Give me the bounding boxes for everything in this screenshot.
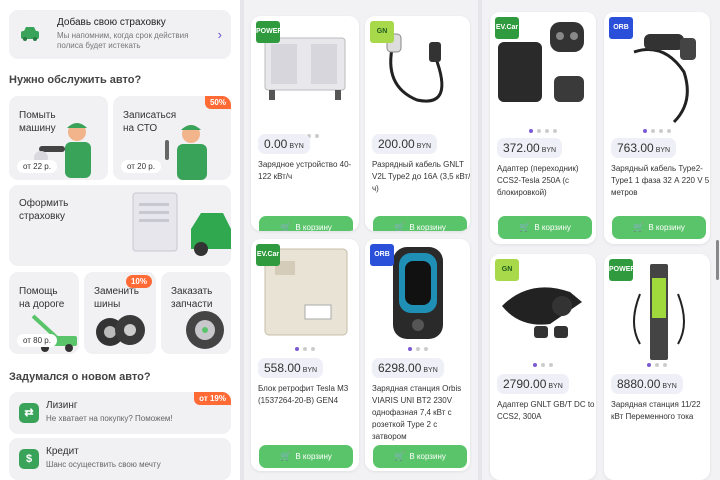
image-carousel-dots[interactable] <box>365 347 470 351</box>
image-carousel-dots[interactable] <box>604 363 710 367</box>
car-wash-price: от 22 р. <box>17 160 57 173</box>
brand-logo: GN <box>370 21 394 43</box>
add-to-cart-button[interactable]: 🛒 В корзину <box>498 216 592 239</box>
product-price: 372.00 BYN <box>497 138 563 158</box>
product-price: 2790.00 BYN <box>497 374 569 394</box>
add-to-cart-button[interactable]: 🛒 В корзину <box>259 445 353 468</box>
panel-divider <box>240 0 244 480</box>
image-carousel-dots[interactable] <box>604 129 710 133</box>
service-station-card[interactable]: Записаться на СТО от 20 р. 50% <box>113 96 231 180</box>
product-price: 558.00 BYN <box>258 358 324 378</box>
cart-icon: 🛒 <box>394 222 406 231</box>
product-name: Разрядный кабель GNLT V2L Type2 до 16А (… <box>372 160 470 193</box>
cart-icon: 🛒 <box>394 451 406 461</box>
lease-card[interactable]: ⇄ Лизинг Не хватает на покупку? Поможем!… <box>9 392 231 434</box>
roadside-help-card[interactable]: Помощь на дороге от 80 р. <box>9 272 79 354</box>
add-to-cart-button[interactable]: 🛒 В корзину <box>612 216 706 239</box>
image-carousel-dots[interactable] <box>490 363 596 367</box>
tire-change-card[interactable]: Заменить шины 10% <box>84 272 156 354</box>
product-card[interactable]: EV.Car 372.00 BYN Адаптер (переходник) CC… <box>490 12 596 244</box>
mechanic-illustration <box>165 125 207 180</box>
brand-logo: EV.Car <box>495 17 519 39</box>
wheel-part-illustration <box>186 311 224 349</box>
add-to-cart-button[interactable]: 🛒 В корзину <box>373 216 467 231</box>
add-insurance-card[interactable]: Добавь свою страховку Мы напомним, когда… <box>9 10 231 59</box>
lease-title: Лизинг <box>46 400 78 411</box>
product-card[interactable]: ORB 6298.00 BYN Зарядная станция Orbis VI… <box>365 239 470 471</box>
service-section-title: Нужно обслужить авто? <box>9 74 142 86</box>
newcar-section-title: Задумался о новом авто? <box>9 371 151 383</box>
tires-illustration <box>96 315 145 346</box>
product-price: 8880.00 BYN <box>611 374 683 394</box>
cart-icon: 🛒 <box>280 451 292 461</box>
product-name: Адаптер GNLT GB/T DC to CCS2, 300A <box>497 400 595 421</box>
cart-icon: 🛒 <box>280 222 292 231</box>
scrollbar[interactable] <box>716 240 719 280</box>
lease-icon: ⇄ <box>19 403 39 423</box>
insurance-title: Добавь свою страховку <box>57 17 166 28</box>
product-name: Блок ретрофит Tesla M3 (1537264-20-B) GE… <box>258 384 349 405</box>
product-price: 763.00 BYN <box>611 138 677 158</box>
brand-logo: ORB <box>370 244 394 266</box>
credit-card[interactable]: $ Кредит Шанс осуществить свою мечту <box>9 438 231 480</box>
product-card[interactable]: GN 2790.00 BYN Адаптер GNLT GB/T DC to CC… <box>490 254 596 480</box>
image-carousel-dots[interactable] <box>251 347 359 351</box>
product-name: Зарядная станция Orbis VIARIS UNI BT2 23… <box>372 384 462 441</box>
discount-badge: 10% <box>125 275 152 288</box>
product-name: Зарядное устройство 40-122 кВт/ч <box>258 160 352 181</box>
discount-badge: 50% <box>204 96 231 109</box>
brand-logo: ORB <box>609 17 633 39</box>
money-bag-icon: $ <box>19 449 39 469</box>
cart-icon: 🛒 <box>519 222 531 232</box>
insurance-order-label: Оформить страховку <box>19 198 69 222</box>
product-price: 0.00 BYN <box>258 134 310 154</box>
lease-rate-badge: от 19% <box>194 392 231 405</box>
credit-subtitle: Шанс осуществить свою мечту <box>46 460 161 469</box>
credit-title: Кредит <box>46 446 79 457</box>
add-to-cart-button[interactable]: 🛒 В корзину <box>373 445 467 468</box>
product-price: 6298.00 BYN <box>372 358 444 378</box>
brand-logo: GN <box>495 259 519 281</box>
cart-icon: 🛒 <box>633 222 645 232</box>
image-carousel-dots[interactable] <box>490 129 596 133</box>
product-card[interactable]: ORB 763.00 BYN Зарядный кабель Type2-Type… <box>604 12 710 244</box>
brand-logo: POWER <box>609 259 635 281</box>
services-panel: Добавь свою страховку Мы напомним, когда… <box>0 0 240 480</box>
product-name: Зарядный кабель Type2-Type1 1 фаза 32 А … <box>611 164 710 197</box>
order-parts-card[interactable]: Заказать запчасти <box>161 272 231 354</box>
product-card[interactable]: POWER 8880.00 BYN Зарядная станция 11/22 … <box>604 254 710 480</box>
service-station-price: от 20 р. <box>121 160 161 173</box>
roadside-help-label: Помощь на дороге <box>19 286 65 310</box>
brand-logo: EV.Car <box>256 244 280 266</box>
car-wash-card[interactable]: Помыть машину от 22 р. <box>9 96 108 180</box>
panel-divider <box>478 0 482 480</box>
product-name: Адаптер (переходник) CCS2-Tesla 250A (с … <box>497 164 579 197</box>
insurance-subtitle: Мы напомним, когда срок действия полиса … <box>57 31 189 50</box>
chevron-right-icon: › <box>217 27 222 42</box>
brand-logo: POWER <box>256 21 282 43</box>
product-card[interactable]: EV.Car 558.00 BYN Блок ретрофит Tesla M3 … <box>251 239 359 471</box>
car-icon <box>21 27 39 41</box>
product-name: Зарядная станция 11/22 кВт Переменного т… <box>611 400 701 421</box>
insurance-order-card[interactable]: Оформить страховку <box>9 185 231 266</box>
insurance-document-illustration <box>132 192 231 256</box>
roadside-help-price: от 80 р. <box>17 334 57 347</box>
product-price: 200.00 BYN <box>372 134 438 154</box>
add-to-cart-button[interactable]: 🛒 В корзину <box>259 216 353 231</box>
lease-subtitle: Не хватает на покупку? Поможем! <box>46 414 173 423</box>
product-card[interactable]: GN 200.00 BYN Разрядный кабель GNLT V2L T… <box>365 16 470 231</box>
product-card[interactable]: POWER 0.00 BYN Зарядное устройство 40-122… <box>251 16 359 231</box>
